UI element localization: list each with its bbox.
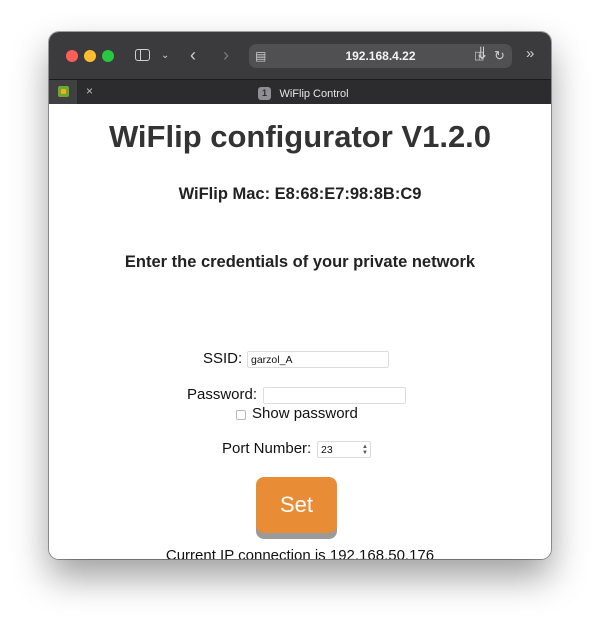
mac-address-line: WiFlip Mac: E8:68:E7:98:8B:C9 bbox=[178, 185, 422, 203]
page-title: WiFlip configurator V1.2.0 bbox=[108, 119, 492, 154]
password-label: Password: bbox=[187, 386, 258, 403]
password-input[interactable] bbox=[263, 387, 406, 404]
pinned-tab[interactable] bbox=[49, 80, 77, 104]
page-content: WiFlip configurator V1.2.0 WiFlip Mac: E… bbox=[49, 104, 551, 559]
window-close-button[interactable] bbox=[66, 50, 78, 62]
download-icon[interactable]: ⇓ bbox=[475, 45, 489, 62]
close-icon[interactable]: × bbox=[86, 84, 93, 98]
window-maximize-button[interactable] bbox=[102, 50, 114, 62]
ssid-input[interactable]: garzol_A bbox=[247, 351, 389, 368]
window-minimize-button[interactable] bbox=[84, 50, 96, 62]
favicon bbox=[58, 86, 69, 97]
address-text: 192.168.4.22 bbox=[345, 49, 416, 63]
show-password-label[interactable]: Show password bbox=[252, 405, 358, 423]
show-password-checkbox[interactable] bbox=[236, 410, 246, 420]
chevron-down-icon[interactable]: ⌄ bbox=[161, 48, 169, 64]
browser-toolbar: ⌄ ‹ › ▤ 192.168.4.22 ◫ ↻ ⇓ » bbox=[49, 32, 551, 79]
ssid-label: SSID: bbox=[203, 350, 243, 367]
tab-active[interactable]: 1 WiFlip Control bbox=[258, 85, 349, 101]
set-button[interactable]: Set bbox=[256, 477, 337, 533]
ip-connection-status: Current IP connection is 192.168.50.176 bbox=[165, 547, 435, 559]
address-bar[interactable]: ▤ 192.168.4.22 ◫ ↻ bbox=[249, 44, 512, 68]
more-chevrons-icon[interactable]: » bbox=[526, 46, 534, 62]
browser-window: ⌄ ‹ › ▤ 192.168.4.22 ◫ ↻ ⇓ » × 1 WiFlip … bbox=[49, 32, 551, 559]
tab-bar: × 1 WiFlip Control bbox=[49, 79, 551, 104]
tab-title: WiFlip Control bbox=[279, 87, 349, 100]
port-label: Port Number: bbox=[222, 440, 312, 457]
port-stepper-icon[interactable]: ▲ ▼ bbox=[361, 444, 369, 456]
forward-icon[interactable]: › bbox=[223, 46, 229, 64]
sidebar-icon[interactable] bbox=[135, 49, 150, 61]
back-icon[interactable]: ‹ bbox=[190, 46, 196, 64]
credentials-heading: Enter the credentials of your private ne… bbox=[124, 253, 476, 271]
reload-icon[interactable]: ↻ bbox=[494, 48, 505, 64]
tab-number-badge: 1 bbox=[258, 87, 271, 101]
